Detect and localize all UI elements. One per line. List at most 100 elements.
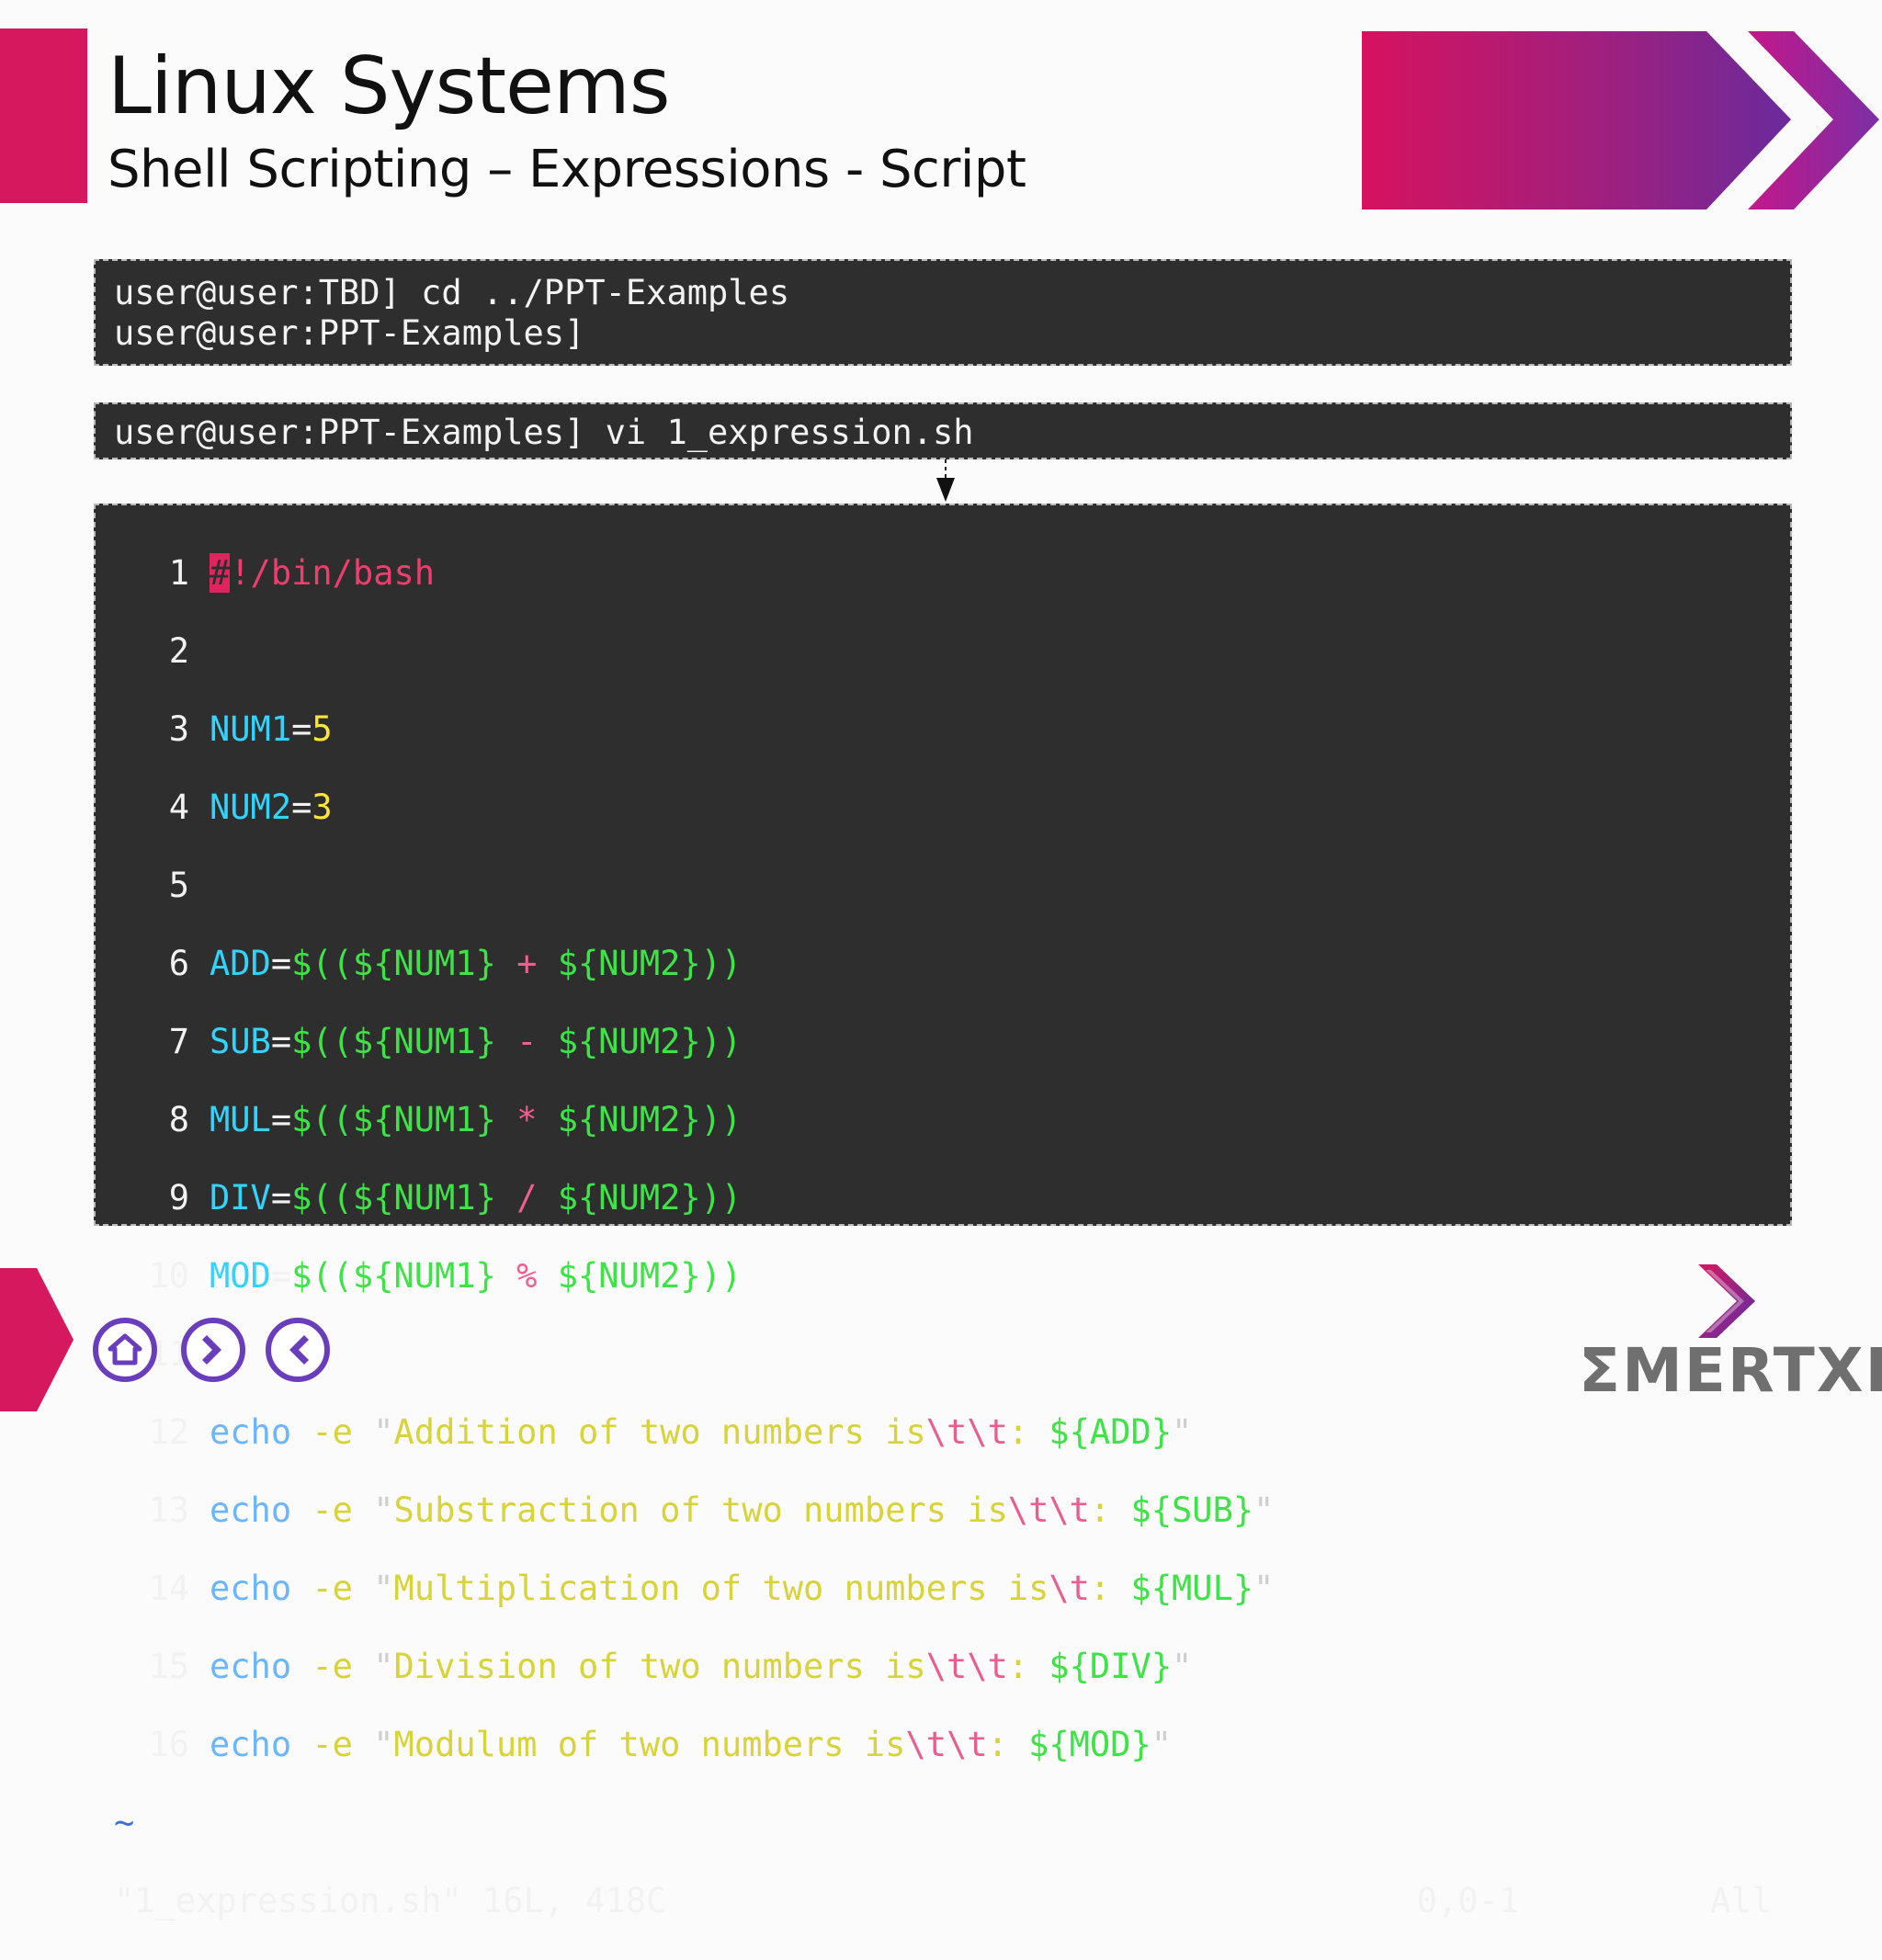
vim-status-line: "1_expression.sh" 16L, 418C 0,0-1 All	[114, 1880, 1772, 1921]
status-file-info: "1_expression.sh" 16L, 418C	[114, 1880, 667, 1920]
emertxe-logo-text: ƩMERTXE	[1579, 1335, 1882, 1406]
echo-string: Multiplication of two numbers is	[393, 1568, 1049, 1608]
var-name: SUB	[210, 1021, 271, 1061]
echo-command: echo	[210, 1724, 292, 1764]
terminal-cd-commands: user@user:TBD] cd ../PPT-Examples user@us…	[94, 259, 1792, 366]
line-number: 14	[148, 1568, 189, 1608]
code-line-14: 14 echo -e "Multiplication of two numbers…	[114, 1569, 1772, 1609]
expr-open: $((${NUM1}	[291, 1177, 517, 1218]
code-line-16: 16 echo -e "Modulum of two numbers is\t\t…	[114, 1724, 1772, 1765]
equals-sign: =	[270, 1099, 292, 1139]
echo-colon: :	[987, 1724, 1029, 1764]
escape-seq: \t\t	[1007, 1490, 1090, 1530]
home-button[interactable]	[93, 1318, 157, 1382]
slide-subtitle: Shell Scripting – Expressions - Script	[108, 140, 1026, 199]
expr-operator: *	[516, 1099, 538, 1139]
code-line-11: 11	[114, 1334, 1772, 1375]
bottom-accent-arrow	[0, 1268, 74, 1411]
escape-seq: \t	[1049, 1568, 1090, 1608]
home-icon	[108, 1333, 142, 1365]
echo-var: ${SUB}	[1130, 1490, 1254, 1530]
echo-var: ${ADD}	[1049, 1411, 1173, 1452]
expr-operator: +	[516, 943, 538, 983]
code-line-2: 2	[114, 630, 1772, 672]
terminal-line: user@user:TBD] cd ../PPT-Examples	[114, 273, 790, 312]
echo-colon: :	[1089, 1568, 1131, 1608]
expr-close: ${NUM2}))	[537, 1021, 743, 1061]
var-name: DIV	[210, 1177, 271, 1218]
line-number: 8	[168, 1099, 189, 1139]
terminal-line: user@user:PPT-Examples] vi 1_expression.…	[114, 413, 974, 452]
expr-open: $((${NUM1}	[291, 943, 517, 983]
header-banner-chevron	[1362, 31, 1879, 210]
equals-sign: =	[270, 1177, 292, 1218]
line-number: 10	[148, 1255, 189, 1296]
line-number: 4	[168, 787, 189, 827]
expr-close: ${NUM2}))	[537, 1255, 743, 1296]
echo-var: ${DIV}	[1049, 1646, 1173, 1686]
expr-close: ${NUM2}))	[537, 1177, 743, 1218]
equals-sign: =	[291, 708, 312, 749]
code-line-13: 13 echo -e "Substraction of two numbers i…	[114, 1490, 1772, 1531]
echo-colon: :	[1007, 1646, 1049, 1686]
line-number: 2	[168, 630, 189, 671]
line-number: 1	[168, 552, 189, 593]
quote-open: "	[373, 1568, 394, 1608]
code-line-4: 4 NUM2=3	[114, 787, 1772, 828]
echo-flag: -e	[312, 1568, 353, 1608]
escape-seq: \t\t	[925, 1411, 1008, 1452]
quote-close: "	[1253, 1490, 1275, 1530]
quote-open: "	[373, 1724, 394, 1764]
var-value: 3	[312, 787, 333, 827]
quote-open: "	[373, 1646, 394, 1686]
status-cursor-position: 0,0-1	[1416, 1880, 1520, 1920]
code-line-6: 6 ADD=$((${NUM1} + ${NUM2}))	[114, 943, 1772, 984]
echo-string: Division of two numbers is	[393, 1646, 926, 1686]
quote-close: "	[1253, 1568, 1275, 1608]
line-number: 3	[168, 708, 189, 749]
line-number: 16	[148, 1724, 189, 1764]
echo-command: echo	[210, 1568, 292, 1608]
vim-editor: 1 #!/bin/bash 2 3 NUM1=5 4 NUM2=3 5 6 ADD=$(…	[94, 504, 1792, 1920]
code-line-8: 8 MUL=$((${NUM1} * ${NUM2}))	[114, 1099, 1772, 1140]
quote-open: "	[373, 1411, 394, 1452]
terminal-vi-command: user@user:PPT-Examples] vi 1_expression.…	[94, 402, 1792, 459]
code-line-5: 5	[114, 865, 1772, 906]
echo-string: Substraction of two numbers is	[393, 1490, 1008, 1530]
echo-string: Addition of two numbers is	[393, 1411, 926, 1452]
line-number: 7	[168, 1021, 189, 1061]
var-value: 5	[312, 708, 333, 749]
line-number: 5	[168, 865, 189, 905]
equals-sign: =	[270, 1255, 292, 1296]
quote-open: "	[373, 1490, 394, 1530]
status-scroll: All	[1710, 1880, 1772, 1920]
next-button[interactable]	[181, 1318, 245, 1382]
terminal-line: user@user:PPT-Examples]	[114, 313, 585, 353]
line-number: 9	[168, 1177, 189, 1218]
previous-button[interactable]	[266, 1318, 330, 1382]
empty-line-tilde: ~	[114, 1802, 135, 1842]
echo-string: Modulum of two numbers is	[393, 1724, 906, 1764]
echo-command: echo	[210, 1411, 292, 1452]
echo-colon: :	[1089, 1490, 1131, 1530]
echo-flag: -e	[312, 1411, 353, 1452]
line-number: 6	[168, 943, 189, 983]
expr-close: ${NUM2}))	[537, 1099, 743, 1139]
expr-open: $((${NUM1}	[291, 1099, 517, 1139]
quote-close: "	[1151, 1724, 1173, 1764]
equals-sign: =	[291, 787, 312, 827]
code-line-15: 15 echo -e "Division of two numbers is\t\…	[114, 1646, 1772, 1687]
echo-var: ${MUL}	[1130, 1568, 1254, 1608]
slide-title: Linux Systems	[108, 40, 671, 132]
line-number: 12	[148, 1411, 189, 1452]
echo-flag: -e	[312, 1724, 353, 1764]
expr-open: $((${NUM1}	[291, 1021, 517, 1061]
expr-operator: -	[516, 1021, 538, 1061]
chevron-left-icon	[289, 1335, 309, 1365]
left-accent-bar	[0, 28, 87, 203]
escape-seq: \t\t	[905, 1724, 988, 1764]
var-name: ADD	[210, 943, 271, 983]
code-line-12: 12 echo -e "Addition of two numbers is\t\…	[114, 1411, 1772, 1453]
equals-sign: =	[270, 943, 292, 983]
echo-command: echo	[210, 1646, 292, 1686]
